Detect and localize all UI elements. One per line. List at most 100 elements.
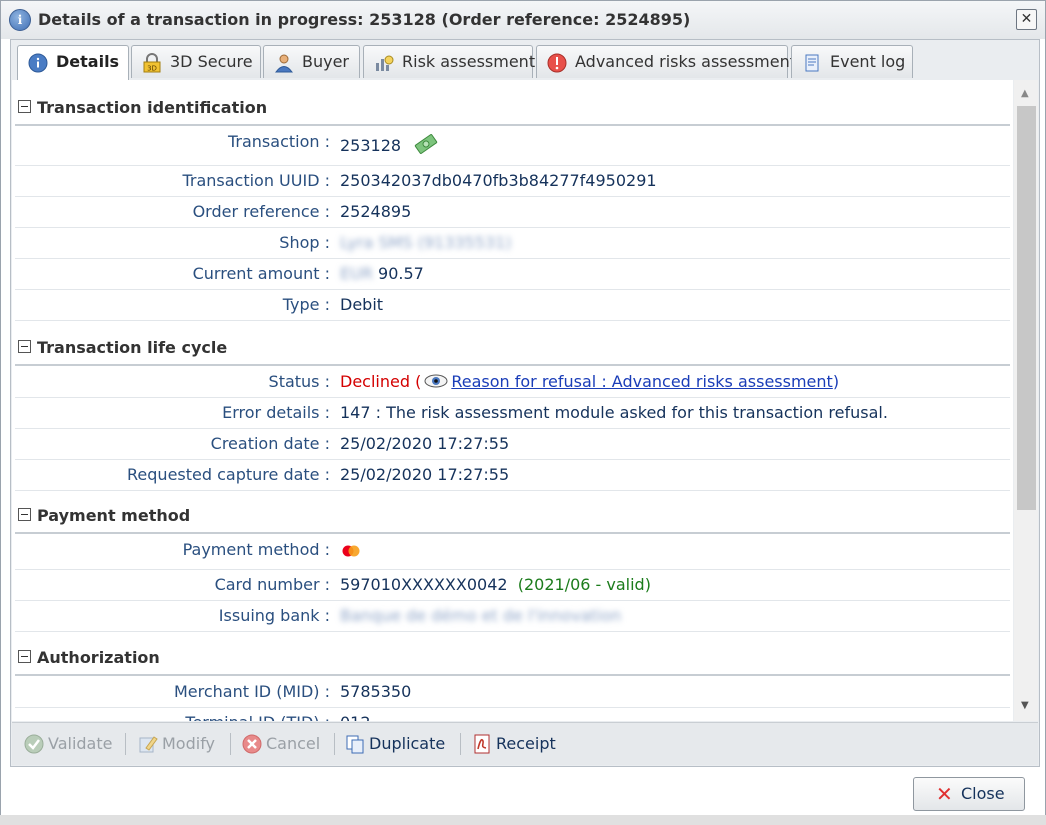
section-title: Payment method — [37, 506, 191, 525]
section-header-payment-method[interactable]: Payment method — [18, 506, 190, 530]
row-merchant-id: Merchant ID (MID) : 5785350 — [15, 677, 1010, 708]
collapse-icon[interactable] — [18, 100, 31, 113]
risk-chart-icon — [376, 55, 394, 71]
tab-advanced-risks-assessment[interactable]: Advanced risks assessment — [536, 45, 796, 78]
field-value: 5785350 — [340, 682, 412, 701]
reason-for-refusal-link[interactable]: Reason for refusal : Advanced risks asse… — [451, 372, 832, 391]
section-divider — [15, 124, 1010, 126]
section-header-authorization[interactable]: Authorization — [18, 648, 160, 672]
field-label: Status : — [268, 372, 330, 391]
field-label: Card number : — [214, 575, 330, 594]
close-icon[interactable]: ✕ — [1016, 9, 1037, 30]
toolbar-separator — [125, 733, 126, 755]
transaction-details-window: i Details of a transaction in progress: … — [0, 0, 1046, 825]
shop-name-redacted: Lyra SMS (91335531) — [340, 233, 512, 252]
svg-text:3D: 3D — [147, 65, 157, 73]
info-icon — [28, 53, 48, 73]
window-title: Details of a transaction in progress: 25… — [38, 10, 691, 29]
scroll-down-icon[interactable]: ▼ — [1021, 700, 1029, 711]
collapse-icon[interactable] — [18, 508, 31, 521]
close-button[interactable]: ✕ Close — [913, 777, 1025, 811]
field-label: Transaction : — [227, 132, 330, 151]
money-icon — [415, 134, 438, 154]
section-divider — [15, 364, 1010, 366]
tab-risk-assessment[interactable]: Risk assessment — [363, 45, 536, 78]
field-label: Order reference : — [192, 202, 330, 221]
toolbar-separator — [334, 733, 335, 755]
issuing-bank-redacted: Banque de démo et de l'innovation — [340, 606, 622, 625]
field-value — [340, 543, 362, 562]
collapse-icon[interactable] — [18, 340, 31, 353]
row-issuing-bank: Issuing bank : Banque de démo et de l'in… — [15, 601, 1010, 632]
field-value: 2524895 — [340, 202, 412, 221]
cancel-button[interactable]: Cancel — [242, 733, 326, 755]
field-label: Current amount : — [192, 264, 330, 283]
status-declined: Declined — [340, 372, 410, 391]
tab-label: Buyer — [302, 52, 350, 71]
button-label: Close — [961, 784, 1005, 803]
checkmark-icon — [24, 734, 44, 754]
transaction-number: 253128 — [340, 136, 402, 155]
mastercard-icon — [342, 545, 360, 557]
field-label: Transaction UUID : — [182, 171, 330, 190]
log-scroll-icon — [805, 54, 819, 72]
vertical-scrollbar[interactable]: ▲ ▼ — [1014, 80, 1038, 721]
scroll-up-icon[interactable]: ▲ — [1021, 88, 1029, 99]
collapse-icon[interactable] — [18, 650, 31, 663]
title-bar[interactable]: i Details of a transaction in progress: … — [1, 1, 1045, 39]
field-label: Terminal ID (TID) : — [185, 713, 330, 721]
field-label: Creation date : — [210, 434, 330, 453]
field-label: Issuing bank : — [218, 606, 330, 625]
info-icon: i — [9, 9, 31, 31]
field-value: Debit — [340, 295, 384, 314]
section-divider — [15, 532, 1010, 534]
user-icon — [275, 54, 293, 73]
section-header-transaction-life-cycle[interactable]: Transaction life cycle — [18, 338, 227, 362]
field-value: Declined ( Reason for refusal : Advanced … — [340, 372, 839, 391]
tab-label: 3D Secure — [170, 52, 253, 71]
field-label: Shop : — [279, 233, 330, 252]
card-validity: (2021/06 - valid) — [517, 575, 651, 594]
field-value: 597010XXXXXX0042 (2021/06 - valid) — [340, 575, 651, 594]
close-x-icon: ✕ — [936, 782, 953, 806]
section-header-transaction-identification[interactable]: Transaction identification — [18, 98, 267, 122]
validate-button[interactable]: Validate — [24, 733, 116, 755]
amount-value: 90.57 — [378, 264, 424, 283]
button-label: Validate — [48, 734, 113, 753]
row-terminal-id: Terminal ID (TID) : 012 — [15, 708, 1010, 721]
edit-pencil-icon — [139, 736, 158, 753]
paren-open: ( — [410, 372, 422, 391]
row-transaction-uuid: Transaction UUID : 250342037db0470fb3b84… — [15, 166, 1010, 197]
field-value: 253128 — [340, 134, 438, 155]
row-creation-date: Creation date : 25/02/2020 17:27:55 — [15, 429, 1010, 460]
tab-buyer[interactable]: Buyer — [263, 45, 360, 78]
padlock-3d-icon: 3D — [143, 53, 161, 73]
field-label: Merchant ID (MID) : — [173, 682, 330, 701]
background-window-edge — [0, 815, 1046, 825]
scrollbar-thumb[interactable] — [1017, 106, 1036, 510]
modify-button[interactable]: Modify — [138, 733, 222, 755]
toolbar-separator — [460, 733, 461, 755]
section-title: Authorization — [37, 648, 160, 667]
row-card-number: Card number : 597010XXXXXX0042 (2021/06 … — [15, 570, 1010, 601]
button-label: Modify — [162, 734, 216, 753]
receipt-button[interactable]: Receipt — [472, 733, 564, 755]
field-value: 25/02/2020 17:27:55 — [340, 465, 510, 484]
tab-3d-secure[interactable]: 3D 3D Secure — [131, 45, 261, 78]
pdf-icon — [474, 734, 490, 754]
tab-event-log[interactable]: Event log — [791, 45, 913, 78]
duplicate-icon — [346, 735, 364, 754]
row-error-details: Error details : 147 : The risk assessmen… — [15, 398, 1010, 429]
row-shop: Shop : Lyra SMS (91335531) — [15, 228, 1010, 259]
content-frame: Details 3D 3D Secure Buyer Risk assessme… — [10, 39, 1040, 767]
field-label: Payment method : — [182, 540, 330, 559]
duplicate-button[interactable]: Duplicate — [345, 733, 453, 755]
row-order-reference: Order reference : 2524895 — [15, 197, 1010, 228]
action-toolbar: Validate Modify Cancel Duplicate Receipt — [12, 722, 1038, 765]
field-value: 012 — [340, 713, 371, 721]
warning-icon — [547, 53, 567, 73]
row-current-amount: Current amount : EUR 90.57 — [15, 259, 1010, 290]
tab-label: Risk assessment — [402, 52, 536, 71]
button-label: Receipt — [496, 734, 556, 753]
tab-details[interactable]: Details — [17, 45, 129, 80]
